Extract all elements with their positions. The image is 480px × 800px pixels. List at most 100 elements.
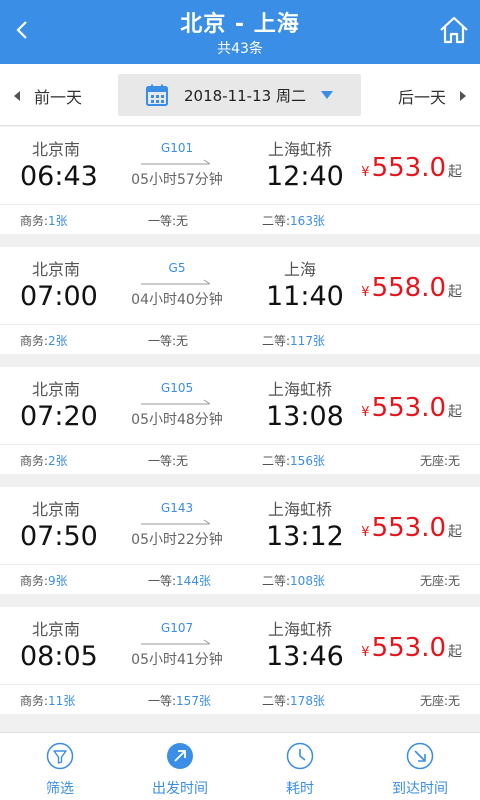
tab-filter-label: 筛选 [46, 781, 74, 797]
seat-first-label: 一等: [148, 694, 177, 708]
trip-duration: 04小时40分钟 [131, 292, 223, 308]
arrival-time: 13:12 [266, 521, 344, 552]
seat-second-count: 108张 [290, 574, 325, 588]
train-card[interactable]: 北京南 07:50 G143 05小时22分钟 上海虹桥 13:12 ¥ 553… [0, 487, 480, 594]
seat-first-label: 一等: [148, 454, 177, 468]
departure-station: 北京南 [32, 260, 81, 279]
seat-first-class: 一等:144张 [148, 572, 211, 589]
seat-first-count: 无 [176, 214, 189, 228]
seat-standing-count: 无 [447, 694, 460, 708]
price: ¥ 553.0 起 [361, 513, 462, 543]
calendar-icon [146, 84, 168, 106]
seat-second-label: 二等: [262, 454, 291, 468]
seat-second-class: 二等:117张 [262, 332, 325, 349]
seat-standing-label: 无座: [419, 574, 448, 588]
price-value: 553.0 [371, 633, 446, 663]
home-button[interactable] [438, 14, 470, 46]
arrival-time: 13:46 [266, 641, 344, 672]
seat-first-count: 157张 [176, 694, 211, 708]
train-card[interactable]: 北京南 07:00 G5 04小时40分钟 上海 11:40 ¥ 558.0 起… [0, 247, 480, 354]
currency-symbol: ¥ [361, 645, 370, 660]
seat-second-count: 163张 [290, 214, 325, 228]
seat-business: 商务:2张 [20, 452, 68, 469]
departure-time: 08:05 [20, 641, 98, 672]
arrow-right-icon [141, 639, 211, 645]
price: ¥ 553.0 起 [361, 633, 462, 663]
currency-symbol: ¥ [361, 165, 370, 180]
arrow-right-icon [141, 279, 211, 285]
triangle-left-icon [14, 91, 20, 101]
seat-business: 商务:11张 [20, 692, 75, 709]
seat-second-count: 178张 [290, 694, 325, 708]
seat-standing-count: 无 [447, 454, 460, 468]
price-value: 553.0 [371, 153, 446, 183]
departure-time: 07:20 [20, 401, 98, 432]
seat-first-class: 一等:无 [148, 452, 188, 469]
departure-time: 07:00 [20, 281, 98, 312]
seat-standing-label: 无座: [419, 454, 448, 468]
seat-second-label: 二等: [262, 574, 291, 588]
divider [0, 564, 480, 565]
date-selector[interactable]: 2018-11-13 周二 [118, 74, 361, 116]
seat-first-count: 无 [176, 334, 189, 348]
next-day-button[interactable]: 后一天 [398, 84, 466, 108]
departure-time: 07:50 [20, 521, 98, 552]
train-card[interactable]: 北京南 07:20 G105 05小时48分钟 上海虹桥 13:08 ¥ 553… [0, 367, 480, 474]
price: ¥ 553.0 起 [361, 393, 462, 423]
seat-standing: 无座:无 [420, 452, 460, 469]
departure-station: 北京南 [32, 140, 81, 159]
seat-business-count: 11张 [48, 694, 76, 708]
tab-duration[interactable]: 耗时 [240, 733, 360, 800]
divider [0, 444, 480, 445]
seat-business-count: 9张 [48, 574, 68, 588]
tab-arrival-time[interactable]: 到达时间 [360, 733, 480, 800]
tab-departure-time-label: 出发时间 [152, 781, 208, 797]
currency-symbol: ¥ [361, 525, 370, 540]
train-card[interactable]: 北京南 06:43 G101 05小时57分钟 上海虹桥 12:40 ¥ 553… [0, 127, 480, 234]
seat-business-count: 1张 [48, 214, 68, 228]
price-value: 553.0 [371, 513, 446, 543]
seat-first-label: 一等: [148, 334, 177, 348]
train-number: G143 [160, 501, 194, 515]
prev-day-button[interactable]: 前一天 [14, 84, 82, 108]
tab-duration-label: 耗时 [286, 781, 314, 797]
tab-departure-time[interactable]: 出发时间 [120, 733, 240, 800]
arrow-up-right-icon [167, 743, 193, 769]
train-card[interactable]: 北京南 08:05 G107 05小时41分钟 上海虹桥 13:46 ¥ 553… [0, 607, 480, 714]
arrival-station: 上海虹桥 [268, 500, 333, 519]
seat-business-label: 商务: [20, 574, 49, 588]
price: ¥ 558.0 起 [361, 273, 462, 303]
divider [0, 204, 480, 205]
train-number: G101 [160, 141, 194, 155]
price-value: 558.0 [371, 273, 446, 303]
arrival-station: 上海虹桥 [268, 140, 333, 159]
seat-second-label: 二等: [262, 694, 291, 708]
seat-business-count: 2张 [48, 334, 68, 348]
seat-business: 商务:2张 [20, 332, 68, 349]
tab-filter[interactable]: 筛选 [0, 733, 120, 800]
arrow-down-right-icon [406, 742, 434, 770]
prev-day-label: 前一天 [34, 88, 83, 107]
seat-business: 商务:1张 [20, 212, 68, 229]
seat-first-class: 一等:157张 [148, 692, 211, 709]
seat-second-class: 二等:178张 [262, 692, 325, 709]
seat-business-label: 商务: [20, 214, 49, 228]
price: ¥ 553.0 起 [361, 153, 462, 183]
triangle-right-icon [460, 91, 466, 101]
divider [0, 684, 480, 685]
departure-station: 北京南 [32, 620, 81, 639]
price-from-label: 起 [448, 524, 462, 540]
filter-icon [46, 742, 74, 770]
date-label: 2018-11-13 周二 [184, 86, 306, 105]
train-number: G5 [168, 261, 186, 275]
home-icon [440, 16, 468, 44]
seat-first-class: 一等:无 [148, 212, 188, 229]
seat-first-label: 一等: [148, 574, 177, 588]
departure-station: 北京南 [32, 380, 81, 399]
arrival-time: 11:40 [266, 281, 344, 312]
arrival-time: 13:08 [266, 401, 344, 432]
seat-second-count: 156张 [290, 454, 325, 468]
result-count: 共43条 [217, 41, 263, 57]
seat-standing-count: 无 [447, 574, 460, 588]
departure-station: 北京南 [32, 500, 81, 519]
